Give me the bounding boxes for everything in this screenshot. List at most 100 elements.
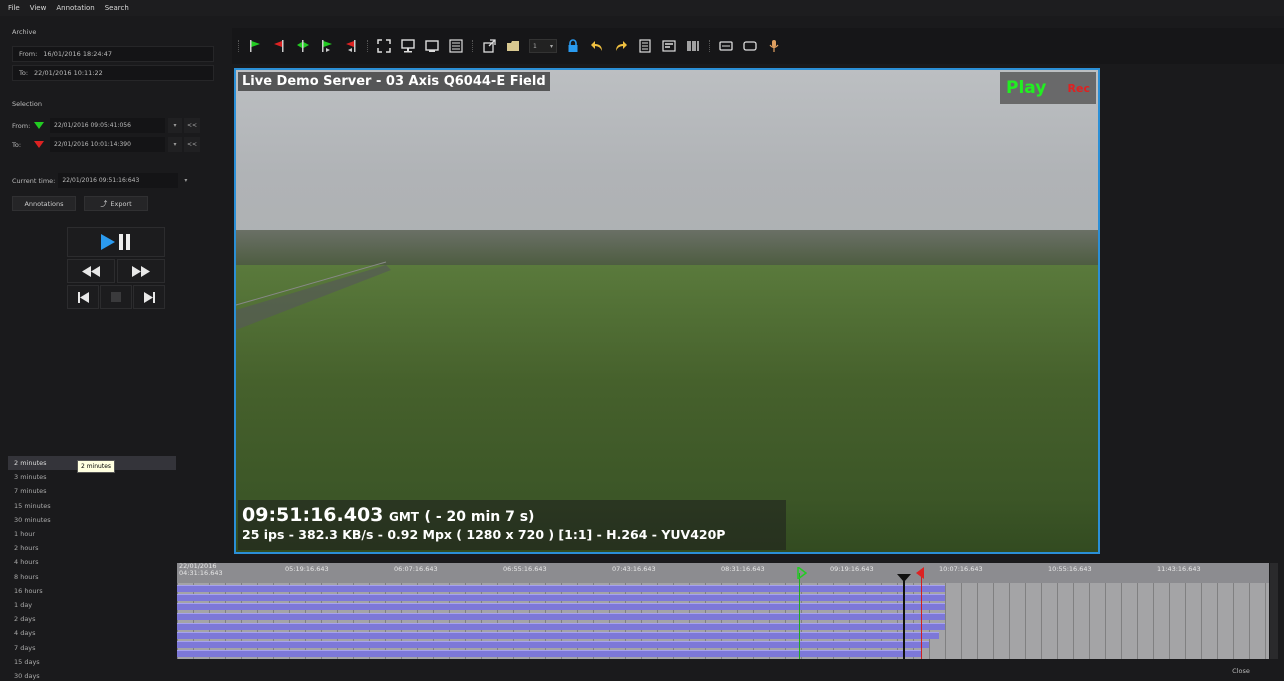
center-selection-icon[interactable] bbox=[295, 38, 311, 54]
folder-icon[interactable] bbox=[505, 38, 521, 54]
menu-view[interactable]: View bbox=[30, 4, 47, 12]
app-window: File View Annotation Search Archive From… bbox=[0, 0, 1284, 681]
duration-item[interactable]: 15 days bbox=[8, 655, 176, 669]
timeline-track[interactable] bbox=[177, 641, 929, 648]
set-start-flag-icon[interactable] bbox=[247, 38, 263, 54]
snapshot-icon[interactable] bbox=[424, 38, 440, 54]
chevron-down-icon[interactable]: ▾ bbox=[168, 118, 182, 133]
selection-to-input[interactable]: 22/01/2016 10:01:14:390 bbox=[50, 137, 165, 152]
current-time-marker[interactable] bbox=[903, 577, 905, 659]
archive-to-label: To: bbox=[19, 69, 29, 77]
fullscreen-icon[interactable] bbox=[376, 38, 392, 54]
video-viewport[interactable]: Live Demo Server - 03 Axis Q6044-E Field… bbox=[234, 68, 1100, 554]
skip-end-button[interactable] bbox=[133, 285, 165, 309]
timeline-tick-label: 07:43:16.643 bbox=[612, 565, 656, 573]
set-end-flag-icon[interactable] bbox=[271, 38, 287, 54]
skip-end-icon bbox=[143, 291, 155, 303]
microphone-icon[interactable] bbox=[766, 38, 782, 54]
end-flag-icon[interactable] bbox=[915, 567, 925, 579]
export-icon: ⤴ bbox=[100, 199, 108, 208]
storage-icon[interactable] bbox=[718, 38, 734, 54]
duration-item[interactable]: 16 hours bbox=[8, 584, 176, 598]
duration-item[interactable]: 30 minutes bbox=[8, 513, 176, 527]
duration-item[interactable]: 1 day bbox=[8, 598, 176, 612]
current-time-input[interactable]: 22/01/2016 09:51:16:643 bbox=[58, 173, 179, 188]
selection-to-back-button[interactable]: << bbox=[184, 137, 200, 152]
timeline-ruler: 22/01/2016 04:31:16.643 05:19:16.643 06:0… bbox=[177, 563, 1269, 583]
selection-end-marker[interactable] bbox=[921, 573, 922, 659]
duration-item[interactable]: 4 hours bbox=[8, 555, 176, 569]
duration-item[interactable]: 30 days bbox=[8, 669, 176, 681]
page-select[interactable]: 1 ▾ bbox=[529, 39, 557, 53]
timeline-track[interactable] bbox=[177, 650, 921, 657]
timeline-track[interactable] bbox=[177, 632, 939, 639]
disk-icon[interactable] bbox=[742, 38, 758, 54]
selection-from-label: From: bbox=[12, 121, 31, 130]
chevron-down-icon: ▾ bbox=[549, 42, 553, 50]
timeline-track[interactable] bbox=[177, 623, 945, 630]
duration-item[interactable]: 15 minutes bbox=[8, 499, 176, 513]
archive-from-label: From: bbox=[19, 50, 38, 58]
timeline-view-icon[interactable] bbox=[661, 38, 677, 54]
duration-item[interactable]: 8 hours bbox=[8, 570, 176, 584]
current-time-label: Current time: bbox=[12, 176, 56, 185]
timeline-scrollbar[interactable] bbox=[1270, 563, 1278, 659]
chevron-down-icon[interactable]: ▾ bbox=[184, 177, 187, 184]
duration-item[interactable]: 2 hours bbox=[8, 541, 176, 555]
timeline[interactable]: 22/01/2016 04:31:16.643 05:19:16.643 06:0… bbox=[177, 563, 1269, 659]
skip-start-button[interactable] bbox=[67, 285, 99, 309]
menu-file[interactable]: File bbox=[8, 4, 20, 12]
selection-to-label: To: bbox=[12, 140, 22, 149]
barcode-icon[interactable] bbox=[685, 38, 701, 54]
goto-end-flag-icon[interactable] bbox=[343, 38, 359, 54]
menu-annotation[interactable]: Annotation bbox=[56, 4, 94, 12]
undo-icon[interactable] bbox=[589, 38, 605, 54]
fast-forward-button[interactable] bbox=[117, 259, 165, 283]
current-time-row: Current time: 22/01/2016 09:51:16:643 ▾ bbox=[12, 173, 187, 188]
goto-start-flag-icon[interactable] bbox=[319, 38, 335, 54]
export-clip-icon[interactable] bbox=[481, 38, 497, 54]
menu-search[interactable]: Search bbox=[105, 4, 129, 12]
duration-item[interactable]: 1 hour bbox=[8, 527, 176, 541]
duration-item[interactable]: 7 days bbox=[8, 640, 176, 654]
chevron-down-icon[interactable]: ▾ bbox=[168, 137, 182, 152]
export-button[interactable]: ⤴ Export bbox=[84, 196, 148, 211]
toolbar-separator bbox=[472, 40, 473, 52]
play-pause-button[interactable] bbox=[67, 227, 165, 257]
green-marker-icon bbox=[34, 122, 44, 129]
timeline-tick-label: 09:19:16.643 bbox=[830, 565, 874, 573]
timeline-grid bbox=[177, 583, 1269, 659]
timeline-track[interactable] bbox=[177, 603, 945, 610]
timeline-track[interactable] bbox=[177, 613, 945, 620]
grid-view-icon[interactable] bbox=[448, 38, 464, 54]
lock-icon[interactable] bbox=[565, 38, 581, 54]
annotations-button[interactable]: Annotations bbox=[12, 196, 76, 211]
osd-timezone: GMT bbox=[388, 510, 419, 524]
timeline-track[interactable] bbox=[177, 594, 945, 601]
selection-from-back-button[interactable]: << bbox=[184, 118, 200, 133]
redo-icon[interactable] bbox=[613, 38, 629, 54]
play-indicator: Play bbox=[1006, 78, 1047, 98]
list-view-icon[interactable] bbox=[637, 38, 653, 54]
stop-button[interactable] bbox=[100, 285, 132, 309]
stop-icon bbox=[111, 292, 121, 302]
duration-item[interactable]: 2 days bbox=[8, 612, 176, 626]
selection-start-marker[interactable] bbox=[799, 573, 800, 659]
duration-item[interactable]: 4 days bbox=[8, 626, 176, 640]
selection-to-row: To: 22/01/2016 10:01:14:390 ▾ << bbox=[12, 137, 200, 152]
start-flag-icon[interactable] bbox=[797, 567, 807, 579]
selection-from-input[interactable]: 22/01/2016 09:05:41:056 bbox=[50, 118, 165, 133]
monitor-icon[interactable] bbox=[400, 38, 416, 54]
playhead-icon[interactable] bbox=[897, 574, 911, 582]
osd-time: 09:51:16.403 bbox=[242, 504, 384, 526]
fence bbox=[236, 261, 391, 330]
duration-list: 2 minutes 3 minutes 7 minutes 15 minutes 30 … bbox=[8, 456, 176, 681]
close-button[interactable]: Close bbox=[1226, 664, 1256, 678]
duration-item[interactable]: 7 minutes bbox=[8, 484, 176, 498]
timeline-tick-label: 05:19:16.643 bbox=[285, 565, 329, 573]
archive-to-field: To: 22/01/2016 10:11:22 bbox=[12, 65, 214, 81]
rewind-button[interactable] bbox=[67, 259, 115, 283]
timeline-track[interactable] bbox=[177, 585, 945, 592]
selection-label: Selection bbox=[12, 100, 42, 108]
tooltip: 2 minutes bbox=[77, 460, 116, 473]
